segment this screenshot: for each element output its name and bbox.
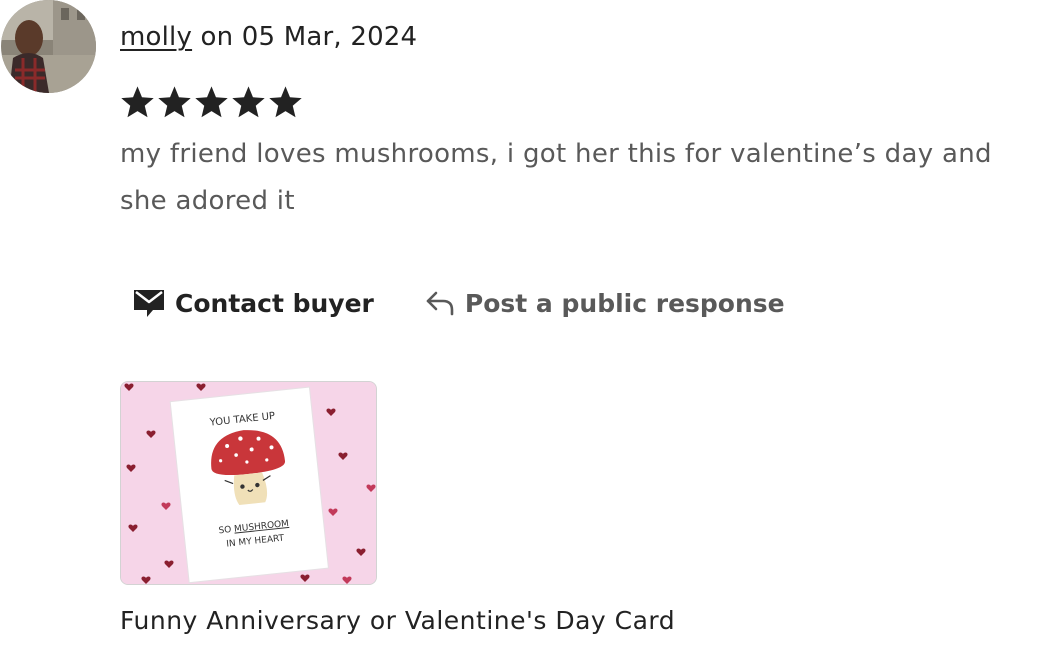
review-date: on 05 Mar, 2024 bbox=[192, 22, 418, 52]
reviewer-name-link[interactable]: molly bbox=[120, 22, 192, 52]
product-title[interactable]: Funny Anniversary or Valentine's Day Car… bbox=[120, 606, 675, 635]
envelope-speech-icon bbox=[133, 288, 165, 318]
star-icon bbox=[269, 86, 302, 118]
review-text: my friend loves mushrooms, i got her thi… bbox=[120, 139, 992, 216]
reply-arrow-icon bbox=[425, 290, 455, 316]
post-public-response-label: Post a public response bbox=[464, 288, 785, 318]
product-thumbnail[interactable]: YOU TAKE UP SO MUSHROOM IN MY HEART bbox=[120, 381, 377, 585]
star-icon bbox=[195, 86, 228, 118]
star-icon bbox=[121, 86, 154, 118]
review-actions: Contact buyer Post a public response bbox=[133, 288, 785, 318]
star-rating bbox=[119, 84, 304, 121]
star-icon bbox=[158, 86, 191, 118]
review-header: molly on 05 Mar, 2024 bbox=[120, 22, 417, 52]
contact-buyer-label: Contact buyer bbox=[175, 288, 374, 318]
post-public-response-button[interactable]: Post a public response bbox=[425, 289, 785, 318]
star-icon bbox=[232, 86, 265, 118]
contact-buyer-button[interactable]: Contact buyer bbox=[133, 288, 374, 318]
reviewer-avatar[interactable] bbox=[1, 0, 96, 93]
